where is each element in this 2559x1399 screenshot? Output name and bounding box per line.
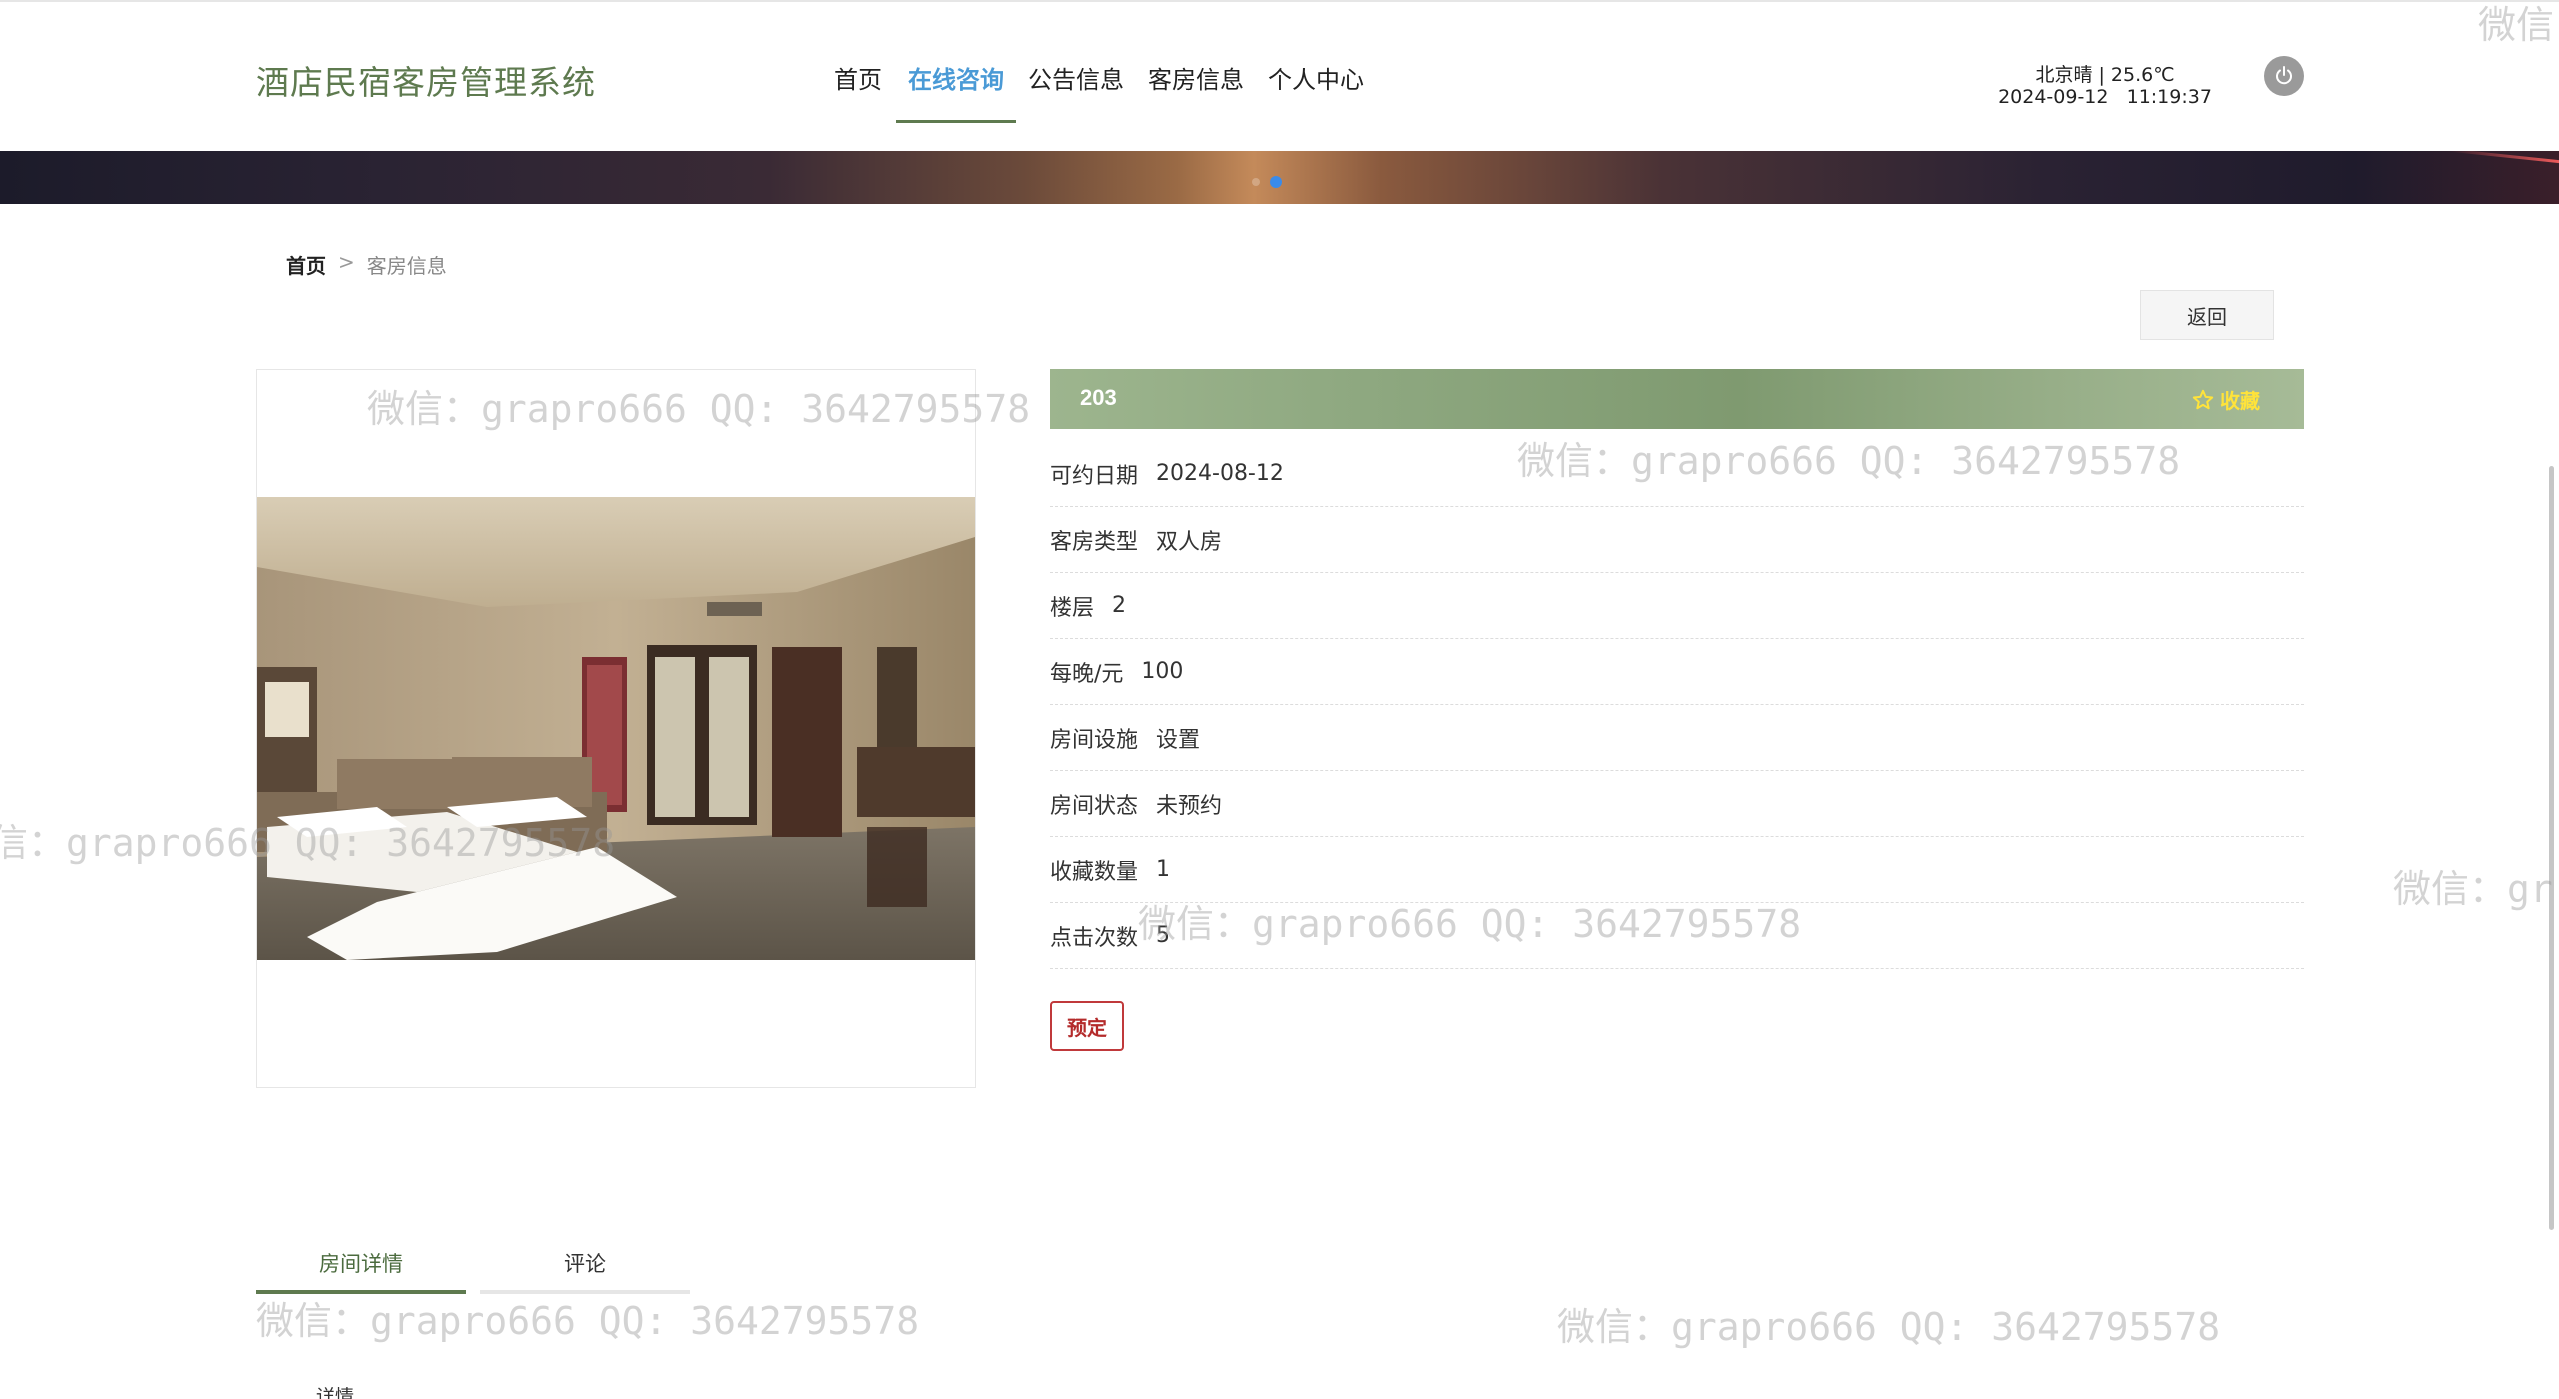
field-value: 5 bbox=[1156, 923, 1171, 948]
room-number: 203 bbox=[1080, 385, 1117, 410]
room-title-bar: 203 收藏 bbox=[1050, 369, 2304, 429]
field-label: 楼层 bbox=[1050, 595, 1095, 621]
field-value: 设置 bbox=[1156, 727, 1201, 753]
field-value: 2024-08-12 bbox=[1156, 461, 1284, 486]
field-label: 客房类型 bbox=[1050, 529, 1139, 555]
room-field-row: 客房类型 双人房 bbox=[1050, 507, 2304, 573]
page-scrollbar[interactable] bbox=[2549, 466, 2554, 1230]
room-field-row: 房间设施 设置 bbox=[1050, 705, 2304, 771]
room-detail-panel: 203 收藏 可约日期 2024-08-12 客房类型 双人房楼层 2 每晚/元 100 房间… bbox=[1050, 369, 2304, 1051]
nav-online-consult[interactable]: 在线咨询 bbox=[896, 54, 1016, 123]
nav-announcements[interactable]: 公告信息 bbox=[1016, 54, 1136, 123]
room-field-row: 可约日期 2024-08-12 bbox=[1050, 441, 2304, 507]
room-field-list: 可约日期 2024-08-12 客房类型 双人房 楼层 2 每晚/元 100 房间设施 设置 房间状… bbox=[1050, 441, 2304, 969]
back-button[interactable]: 返回 bbox=[2140, 290, 2274, 340]
room-field-row: 收藏数量 1 bbox=[1050, 837, 2304, 903]
room-field-row: 点击次数 5 bbox=[1050, 903, 2304, 969]
field-label: 房间状态 bbox=[1050, 793, 1139, 819]
field-label: 可约日期 bbox=[1050, 463, 1139, 489]
carousel-dot[interactable] bbox=[1252, 178, 1260, 186]
main-nav: 首页 在线咨询 公告信息 客房信息 个人中心 bbox=[822, 54, 1376, 123]
field-label: 每晚/元 bbox=[1050, 661, 1124, 687]
book-button[interactable]: 预定 bbox=[1050, 1001, 1124, 1051]
field-label: 收藏数量 bbox=[1050, 859, 1139, 885]
carousel-dots bbox=[1252, 176, 1282, 188]
room-field-row: 房间状态 未预约 bbox=[1050, 771, 2304, 837]
watermark: 微信：gr bbox=[2393, 867, 2553, 911]
tab-room-details[interactable]: 房间详情 bbox=[256, 1236, 466, 1294]
power-icon[interactable] bbox=[2264, 56, 2304, 96]
detail-tabs: 房间详情 评论 bbox=[256, 1236, 704, 1294]
room-image-panel bbox=[256, 369, 976, 1088]
top-header: 酒店民宿客房管理系统 首页 在线咨询 公告信息 客房信息 个人中心 北京晴 | … bbox=[0, 0, 2559, 151]
star-icon bbox=[2192, 389, 2214, 409]
weather-widget: 北京晴 | 25.6℃ 2024-09-12 11:19:37 bbox=[1990, 64, 2220, 108]
tab-comments[interactable]: 评论 bbox=[480, 1236, 690, 1294]
tab-content-label: 详情 bbox=[316, 1386, 355, 1399]
favorite-label: 收藏 bbox=[2220, 389, 2260, 413]
field-label: 房间设施 bbox=[1050, 727, 1139, 753]
breadcrumb: 首页 > 客房信息 bbox=[286, 250, 447, 279]
favorite-button[interactable]: 收藏 bbox=[2192, 385, 2260, 414]
field-label: 点击次数 bbox=[1050, 925, 1139, 951]
nav-personal-center[interactable]: 个人中心 bbox=[1256, 54, 1376, 123]
nav-home[interactable]: 首页 bbox=[822, 54, 894, 123]
room-photo bbox=[257, 497, 975, 960]
datetime-text: 2024-09-12 11:19:37 bbox=[1998, 86, 2212, 108]
field-value: 双人房 bbox=[1156, 529, 1223, 555]
carousel-dot-active[interactable] bbox=[1270, 176, 1282, 188]
room-field-row: 每晚/元 100 bbox=[1050, 639, 2304, 705]
breadcrumb-current: 客房信息 bbox=[366, 254, 447, 278]
site-logo[interactable]: 酒店民宿客房管理系统 bbox=[256, 56, 596, 104]
field-value: 100 bbox=[1141, 659, 1184, 684]
breadcrumb-home[interactable]: 首页 bbox=[286, 250, 326, 279]
banner-red-streak bbox=[2450, 151, 2559, 165]
power-glyph bbox=[2276, 66, 2292, 85]
field-value: 2 bbox=[1112, 593, 1127, 618]
banner-carousel[interactable] bbox=[0, 151, 2559, 204]
watermark: 微信：grapro666 QQ: 3642795578 bbox=[1557, 1305, 2221, 1349]
watermark: 微信：grapro666 QQ: 3642795578 bbox=[256, 1299, 920, 1343]
field-value: 未预约 bbox=[1156, 793, 1223, 819]
weather-text: 北京晴 | 25.6℃ bbox=[2035, 64, 2175, 86]
nav-room-info[interactable]: 客房信息 bbox=[1136, 54, 1256, 123]
room-field-row: 楼层 2 bbox=[1050, 573, 2304, 639]
field-value: 1 bbox=[1156, 857, 1171, 882]
breadcrumb-separator: > bbox=[338, 250, 355, 274]
